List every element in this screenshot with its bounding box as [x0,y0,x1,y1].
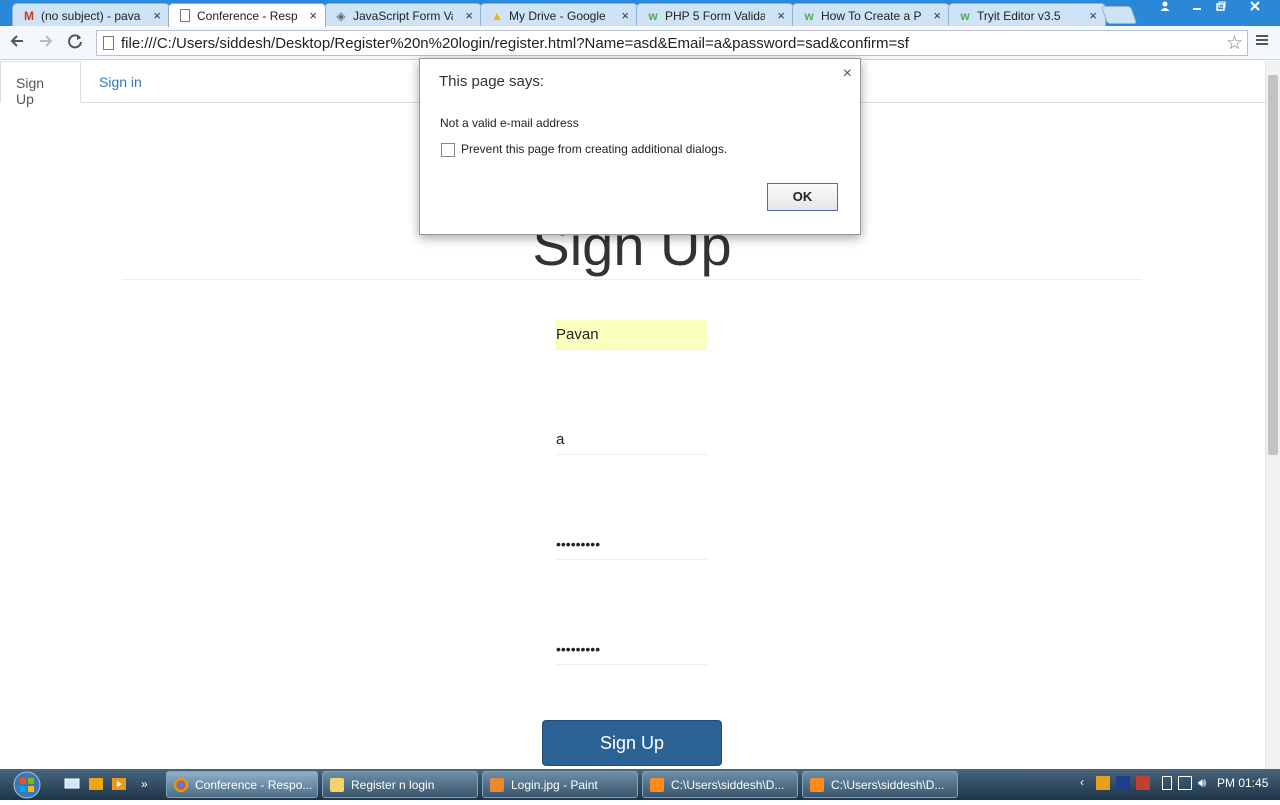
name-field[interactable]: Pavan [556,320,707,350]
sign-up-button[interactable]: Sign Up [542,720,722,766]
email-field[interactable]: a [556,425,707,455]
divider [122,279,1142,280]
tray-app-icon[interactable] [1096,776,1110,790]
w3schools-icon: w [960,9,970,23]
chrome-icon [174,778,188,792]
dialog-title: This page says: [439,73,545,90]
url-text: file:///C:/Users/siddesh/Desktop/Registe… [121,35,909,52]
show-desktop-icon[interactable] [64,777,80,791]
close-tab-icon[interactable]: × [1089,8,1097,23]
new-tab-button[interactable] [1100,6,1138,24]
network-icon[interactable] [1178,776,1192,790]
ok-button[interactable]: OK [767,183,838,211]
taskbar-item-editor-1[interactable]: C:\Users\siddesh\D... [642,771,798,798]
media-player-icon[interactable] [111,777,127,791]
tab-javascript-form[interactable]: ◈ JavaScript Form Va × [324,3,482,26]
bookmark-star-icon[interactable]: ☆ [1226,32,1243,55]
gmail-icon: M [24,9,34,23]
close-tab-icon[interactable]: × [465,8,473,23]
w3schools-icon: w [648,9,658,23]
w3-icon: ◈ [336,9,346,23]
tray-app-icon[interactable] [1116,776,1130,790]
page-icon [180,9,190,22]
close-tab-icon[interactable]: × [621,8,629,23]
address-bar[interactable]: file:///C:/Users/siddesh/Desktop/Registe… [96,30,1248,56]
tab-google-drive[interactable]: ▲ My Drive - Google × [480,3,638,26]
alert-dialog: This page says: × Not a valid e-mail add… [419,58,861,235]
reload-icon[interactable] [63,32,87,54]
outlook-icon[interactable] [88,777,104,791]
minimize-icon[interactable] [1184,0,1210,18]
prevent-dialogs-label[interactable]: Prevent this page from creating addition… [461,142,727,156]
tab-php-form[interactable]: w PHP 5 Form Valida × [636,3,794,26]
back-icon[interactable] [5,32,29,54]
browser-tabstrip: M (no subject) - pava × Conference - Res… [0,0,1280,27]
paint-icon [490,778,504,792]
page-scrollbar[interactable] [1265,61,1280,769]
tab-tryit-editor[interactable]: w Tryit Editor v3.5 × [948,3,1106,26]
close-tab-icon[interactable]: × [309,8,317,23]
tray-app-icon[interactable] [1136,776,1150,790]
start-button[interactable] [10,770,48,800]
tab-sign-in[interactable]: Sign in [84,61,157,103]
confirm-password-field[interactable]: ••••••••• [556,635,707,665]
close-tab-icon[interactable]: × [933,8,941,23]
taskbar: » Conference - Respo... Register n login… [0,769,1280,800]
page-icon [103,36,114,50]
tab-gmail[interactable]: M (no subject) - pava × [12,3,170,26]
more-chevron-icon[interactable]: » [141,777,157,791]
window-close-icon[interactable] [1240,0,1270,18]
tray-expand-icon[interactable]: ‹ [1080,775,1084,789]
taskbar-item-editor-2[interactable]: C:\Users\siddesh\D... [802,771,958,798]
restore-icon[interactable] [1208,0,1234,18]
volume-icon[interactable]: 🔊︎ [1198,775,1206,791]
drive-icon: ▲ [491,9,503,23]
sublime-icon [810,778,824,792]
w3schools-icon: w [804,9,814,23]
menu-icon[interactable] [1255,33,1271,52]
close-tab-icon[interactable]: × [153,8,161,23]
dialog-close-icon[interactable]: × [843,65,852,83]
scrollbar-thumb[interactable] [1268,75,1278,455]
taskbar-item-paint[interactable]: Login.jpg - Paint [482,771,638,798]
tab-sign-up[interactable]: Sign Up [0,61,81,107]
system-tray: ‹ 🔊︎ [1080,773,1240,795]
folder-icon [330,778,344,792]
dialog-message: Not a valid e-mail address [440,116,579,130]
tab-how-to-create[interactable]: w How To Create a P × [792,3,950,26]
password-field[interactable]: ••••••••• [556,530,707,560]
tab-conference[interactable]: Conference - Respo × [168,3,326,27]
close-tab-icon[interactable]: × [777,8,785,23]
taskbar-item-explorer[interactable]: Register n login [322,771,478,798]
battery-icon[interactable] [1162,776,1172,790]
taskbar-item-chrome[interactable]: Conference - Respo... [166,771,318,798]
forward-icon[interactable] [34,32,58,54]
browser-toolbar: file:///C:/Users/siddesh/Desktop/Registe… [0,26,1280,60]
sublime-icon [650,778,664,792]
user-icon[interactable] [1152,0,1178,18]
prevent-dialogs-checkbox[interactable] [441,143,455,157]
clock[interactable]: PM 01:45 [1217,776,1268,790]
